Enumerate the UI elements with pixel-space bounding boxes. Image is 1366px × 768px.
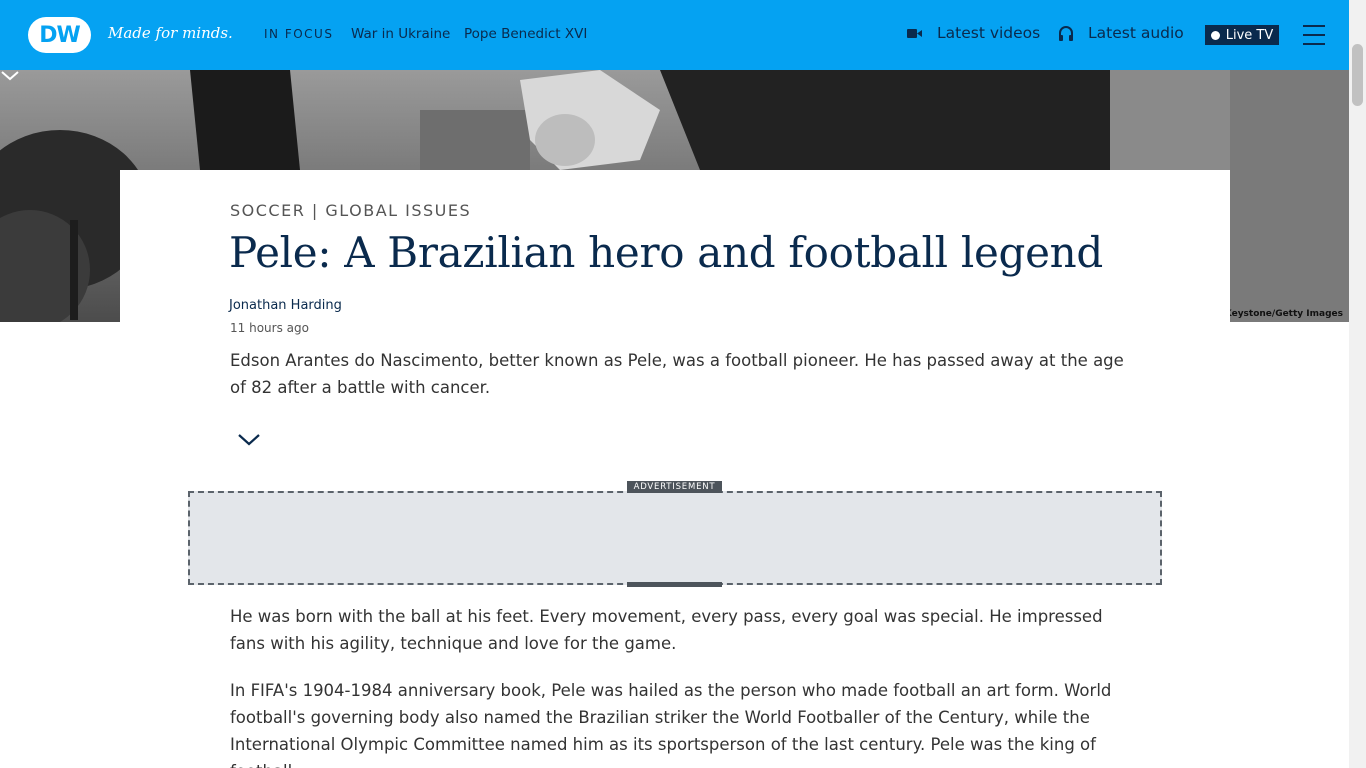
article-headline: Pele: A Brazilian hero and football lege… bbox=[229, 228, 1103, 277]
video-camera-icon bbox=[907, 28, 922, 38]
article-timestamp: 11 hours ago bbox=[230, 321, 309, 335]
dw-logo-text: DW bbox=[39, 22, 81, 48]
live-dot-icon bbox=[1210, 30, 1220, 40]
page-scrollbar-thumb[interactable] bbox=[1352, 44, 1363, 106]
latest-audio-label: Latest audio bbox=[1088, 24, 1184, 42]
live-tv-label: Live TV bbox=[1225, 27, 1274, 43]
article-author[interactable]: Jonathan Harding bbox=[229, 298, 342, 313]
body-paragraph: He was born with the ball at his feet. E… bbox=[230, 607, 1103, 653]
expand-chevron-down-icon[interactable] bbox=[237, 433, 261, 447]
advertisement-bottom-bar bbox=[627, 582, 722, 587]
advertisement-slot[interactable] bbox=[188, 491, 1162, 585]
focus-link-pope-benedict[interactable]: Pope Benedict XVI bbox=[464, 26, 587, 42]
live-tv-button[interactable]: Live TV bbox=[1205, 25, 1279, 45]
tagline: Made for minds. bbox=[108, 24, 233, 42]
hamburger-menu-icon[interactable] bbox=[1303, 25, 1325, 45]
headphones-icon bbox=[1059, 25, 1073, 41]
page-scrollbar-track[interactable] bbox=[1349, 0, 1366, 768]
article-teaser: Edson Arantes do Nascimento, better know… bbox=[230, 351, 1124, 397]
article-kicker: SOCCER | GLOBAL ISSUES bbox=[230, 201, 472, 220]
top-navigation-bar: DW Made for minds. IN FOCUS War in Ukrai… bbox=[0, 0, 1349, 70]
hero-chevron-down-icon[interactable] bbox=[0, 70, 20, 82]
latest-videos-label: Latest videos bbox=[937, 24, 1041, 42]
advertisement-label: ADVERTISEMENT bbox=[627, 481, 722, 493]
body-paragraph: In FIFA's 1904-1984 anniversary book, Pe… bbox=[230, 681, 1112, 768]
image-credit: ct/Keystone/Getty Images bbox=[1211, 309, 1343, 319]
latest-audio-link[interactable]: Latest audio bbox=[1058, 24, 1184, 42]
focus-link-war-in-ukraine[interactable]: War in Ukraine bbox=[351, 26, 450, 42]
dw-logo[interactable]: DW bbox=[28, 17, 91, 53]
latest-videos-link[interactable]: Latest videos bbox=[907, 24, 1040, 42]
in-focus-label: IN FOCUS bbox=[264, 27, 334, 41]
